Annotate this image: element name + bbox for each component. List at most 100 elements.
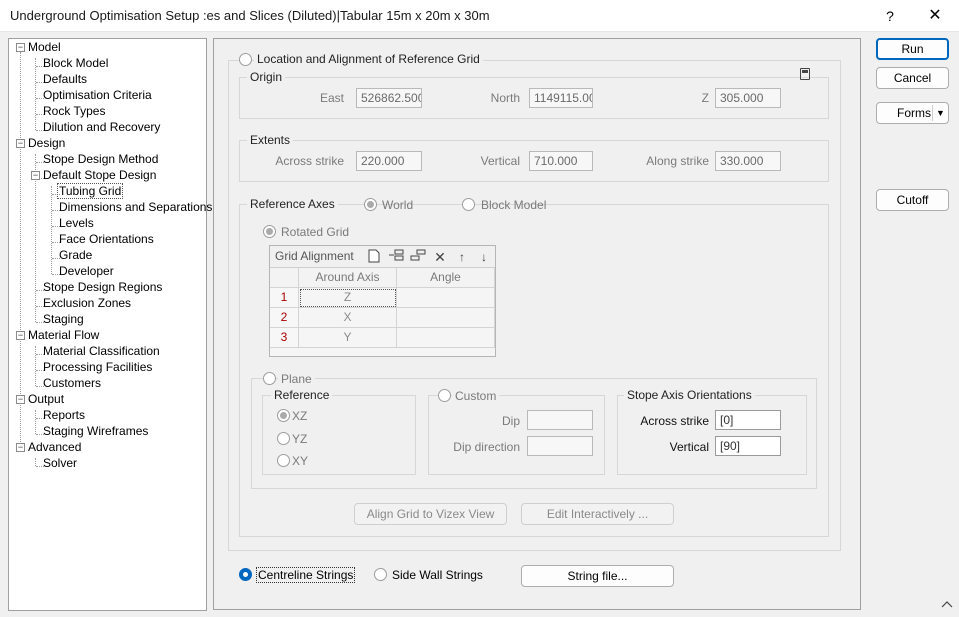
axis-cell[interactable]: Z xyxy=(299,288,397,308)
stope-across-strike-field[interactable]: [0] xyxy=(715,410,781,430)
block-model-radio[interactable] xyxy=(462,198,475,211)
tree-item-rock-types[interactable]: Rock Types xyxy=(43,103,105,119)
tree-item-model[interactable]: Model xyxy=(28,39,61,55)
string-file-button[interactable]: String file... xyxy=(521,565,674,587)
along-strike-field[interactable]: 330.000 xyxy=(715,151,781,171)
expand-material-flow-icon[interactable]: − xyxy=(16,331,25,340)
expand-advanced-icon[interactable]: − xyxy=(16,443,25,452)
tree-item-default-stope-design[interactable]: Default Stope Design xyxy=(43,167,156,183)
help-button[interactable]: ? xyxy=(878,4,902,28)
grid-alignment-title: Grid Alignment xyxy=(275,249,354,263)
expand-output-icon[interactable]: − xyxy=(16,395,25,404)
tree-item-exclusion-zones[interactable]: Exclusion Zones xyxy=(43,295,131,311)
tree-item-grade[interactable]: Grade xyxy=(59,247,92,263)
tree-item-processing-facilities[interactable]: Processing Facilities xyxy=(43,359,152,375)
angle-cell[interactable] xyxy=(397,308,495,328)
xy-radio[interactable] xyxy=(277,454,290,467)
close-button[interactable]: ✕ xyxy=(920,4,950,28)
edit-interactively-button[interactable]: Edit Interactively ... xyxy=(521,503,674,525)
row-number: 1 xyxy=(270,288,299,308)
insert-row-icon[interactable] xyxy=(388,249,404,265)
tree-item-customers[interactable]: Customers xyxy=(43,375,101,391)
z-field[interactable]: 305.000 xyxy=(715,88,781,108)
dip-label: Dip xyxy=(501,414,520,428)
tree-item-dimensions-separations[interactable]: Dimensions and Separations xyxy=(59,199,212,215)
calculator-icon[interactable] xyxy=(800,68,810,80)
plane-radio[interactable] xyxy=(263,372,276,385)
tree-item-reports[interactable]: Reports xyxy=(43,407,85,423)
align-grid-to-vizex-view-button[interactable]: Align Grid to Vizex View xyxy=(354,503,507,525)
angle-cell[interactable] xyxy=(397,288,495,308)
yz-radio[interactable] xyxy=(277,432,290,445)
forms-label: Forms xyxy=(897,106,931,120)
xy-label: XY xyxy=(292,454,309,468)
tree-item-tubing-grid[interactable]: Tubing Grid xyxy=(57,183,124,199)
tree-item-solver[interactable]: Solver xyxy=(43,455,77,471)
location-alignment-title: Location and Alignment of Reference Grid xyxy=(254,52,483,66)
xz-label: XZ xyxy=(292,409,308,423)
append-row-icon[interactable] xyxy=(410,249,426,265)
move-down-icon[interactable]: ↓ xyxy=(476,249,492,265)
tree-item-stope-design-method[interactable]: Stope Design Method xyxy=(43,151,158,167)
window-title: Underground Optimisation Setup :es and S… xyxy=(10,8,490,23)
side-wall-strings-radio[interactable] xyxy=(374,568,387,581)
tree-item-advanced[interactable]: Advanced xyxy=(28,439,81,455)
axis-cell[interactable]: X xyxy=(299,308,397,328)
tree-item-dilution-recovery[interactable]: Dilution and Recovery xyxy=(43,119,160,135)
stope-axis-orientations-group xyxy=(617,395,807,475)
tree-item-face-orientations[interactable]: Face Orientations xyxy=(59,231,154,247)
expand-model-icon[interactable]: − xyxy=(16,43,25,52)
column-header-around-axis[interactable]: Around Axis xyxy=(299,268,397,288)
forms-button[interactable]: Forms ▼ xyxy=(876,102,949,124)
z-label: Z xyxy=(701,91,709,105)
rotated-grid-radio[interactable] xyxy=(263,225,276,238)
expand-design-icon[interactable]: − xyxy=(16,139,25,148)
dip-direction-field[interactable] xyxy=(527,436,593,456)
dip-field[interactable] xyxy=(527,410,593,430)
location-alignment-radio[interactable] xyxy=(239,53,252,66)
tree-item-design[interactable]: Design xyxy=(28,135,65,151)
row-number: 2 xyxy=(270,308,299,328)
chevron-up-icon[interactable] xyxy=(940,598,954,610)
across-strike-field[interactable]: 220.000 xyxy=(356,151,422,171)
along-strike-label: Along strike xyxy=(646,154,709,168)
angle-cell[interactable] xyxy=(397,328,495,348)
tree-item-defaults[interactable]: Defaults xyxy=(43,71,87,87)
corner-cell xyxy=(270,268,299,288)
east-field[interactable]: 526862.500 xyxy=(356,88,422,108)
delete-row-icon[interactable]: ✕ xyxy=(432,249,448,265)
cutoff-button[interactable]: Cutoff xyxy=(876,189,949,211)
custom-radio[interactable] xyxy=(438,389,451,402)
cancel-button[interactable]: Cancel xyxy=(876,67,949,89)
chevron-down-icon[interactable]: ▼ xyxy=(936,103,945,123)
tree-item-levels[interactable]: Levels xyxy=(59,215,94,231)
world-radio[interactable] xyxy=(364,198,377,211)
tree-item-staging[interactable]: Staging xyxy=(43,311,84,327)
yz-label: YZ xyxy=(292,432,308,446)
vertical-field[interactable]: 710.000 xyxy=(529,151,593,171)
tree-item-developer[interactable]: Developer xyxy=(59,263,114,279)
new-row-icon[interactable] xyxy=(366,249,382,265)
centreline-strings-label: Centreline Strings xyxy=(256,567,356,583)
north-label: North xyxy=(490,91,520,105)
tree-item-block-model[interactable]: Block Model xyxy=(43,55,108,71)
xz-radio[interactable] xyxy=(277,409,290,422)
tree-item-staging-wireframes[interactable]: Staging Wireframes xyxy=(43,423,148,439)
tree-item-stope-design-regions[interactable]: Stope Design Regions xyxy=(43,279,162,295)
tree-item-material-classification[interactable]: Material Classification xyxy=(43,343,160,359)
centreline-strings-radio[interactable] xyxy=(239,568,252,581)
world-label: World xyxy=(382,198,414,212)
navigation-tree: − Model Block Model Defaults Optimisatio… xyxy=(8,38,212,611)
axis-cell[interactable]: Y xyxy=(299,328,397,348)
dip-direction-label: Dip direction xyxy=(453,440,520,454)
tree-item-output[interactable]: Output xyxy=(28,391,64,407)
grid-alignment-table: Grid Alignment ✕ ↑ ↓ Around Axis Angle 1… xyxy=(269,245,496,357)
tree-item-optimisation-criteria[interactable]: Optimisation Criteria xyxy=(43,87,152,103)
column-header-angle[interactable]: Angle xyxy=(397,268,495,288)
stope-vertical-field[interactable]: [90] xyxy=(715,436,781,456)
move-up-icon[interactable]: ↑ xyxy=(454,249,470,265)
expand-default-stope-design-icon[interactable]: − xyxy=(31,171,40,180)
north-field[interactable]: 1149115.00 xyxy=(529,88,593,108)
run-button[interactable]: Run xyxy=(876,38,949,60)
tree-item-material-flow[interactable]: Material Flow xyxy=(28,327,99,343)
